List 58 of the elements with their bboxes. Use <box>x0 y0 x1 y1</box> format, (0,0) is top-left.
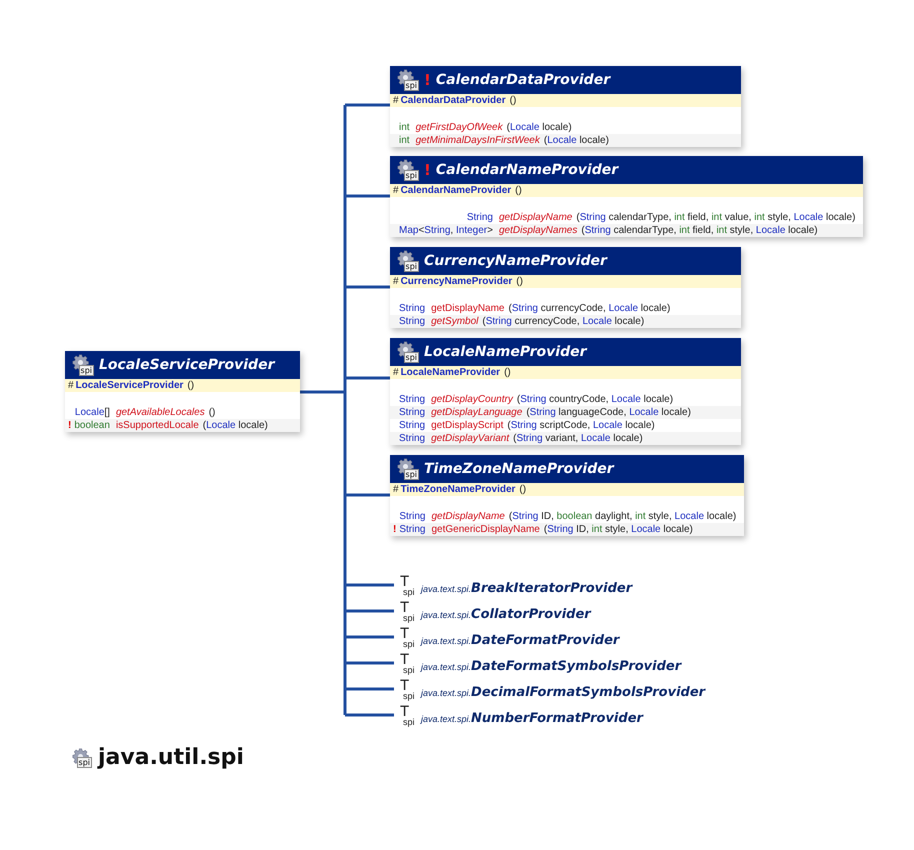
return-type: Map<String, Integer> <box>399 225 493 236</box>
warning-mark: ! <box>393 524 396 535</box>
interface-icon: T spi <box>400 707 417 727</box>
interface-name: java.text.spi.CollatorProvider <box>421 606 591 624</box>
method-signature: getAvailableLocales () <box>116 407 216 418</box>
warning-mark: ! <box>424 160 431 181</box>
method-signature: getDisplayName (String currencyCode, Locale locale) <box>431 303 670 314</box>
method-signature: getDisplayNames (String calendarType, int field, int style, Locale locale) <box>498 225 818 236</box>
constructor-row: # LocaleNameProvider () <box>390 366 741 379</box>
return-type: String <box>399 433 426 444</box>
constructor-row: # CurrencyNameProvider () <box>390 275 741 288</box>
return-type: String <box>399 316 426 327</box>
method-signature: getMinimalDaysInFirstWeek (Locale locale) <box>416 135 609 146</box>
return-type: int <box>399 135 410 146</box>
method-signature: getFirstDayOfWeek (Locale locale) <box>416 122 572 133</box>
return-type: String <box>399 420 426 431</box>
method-signature: getDisplayName (String calendarType, int field, int value, int style, Locale locale) <box>498 212 856 223</box>
interface-name: java.text.spi.BreakIteratorProvider <box>421 580 632 598</box>
class-title: LocaleNameProvider <box>424 342 587 362</box>
interface-name: java.text.spi.NumberFormatProvider <box>421 710 643 728</box>
class-title: CurrencyNameProvider <box>424 252 607 270</box>
gear-icon: spi <box>72 748 92 768</box>
return-type: String <box>399 394 426 405</box>
interface-icon: T spi <box>400 629 417 649</box>
package-title: java.util.spi <box>98 744 244 772</box>
constructor-row: # TimeZoneNameProvider () <box>390 483 744 496</box>
return-type: String <box>399 303 426 314</box>
interface-icon: T spi <box>400 603 417 623</box>
class-title: CalendarDataProvider <box>436 70 610 90</box>
return-type: String <box>466 212 493 223</box>
method-signature: getGenericDisplayName (String ID, int style, Locale locale) <box>431 524 693 535</box>
interface-name: java.text.spi.DateFormatProvider <box>421 632 620 650</box>
method-signature: getSymbol (String currencyCode, Locale locale) <box>431 316 644 327</box>
return-type: boolean <box>74 420 110 431</box>
interface-icon: T spi <box>400 655 417 675</box>
method-signature: getDisplayLanguage (String languageCode, Locale locale) <box>431 407 691 418</box>
constructor-row: # LocaleServiceProvider () <box>65 379 300 392</box>
return-type: int <box>399 122 410 133</box>
method-signature: getDisplayVariant (String variant, Locale locale) <box>431 433 643 444</box>
interface-icon: T spi <box>400 681 417 701</box>
interface-icon: T spi <box>400 577 417 597</box>
class-title: TimeZoneNameProvider <box>424 460 614 478</box>
class-title: CalendarNameProvider <box>436 160 618 180</box>
return-type: String <box>399 524 426 535</box>
method-signature: isSupportedLocale (Locale locale) <box>116 420 268 431</box>
return-type: Locale[] <box>74 407 110 418</box>
constructor-row: # CalendarNameProvider () <box>390 184 864 197</box>
interface-name: java.text.spi.DecimalFormatSymbolsProvider <box>421 684 706 702</box>
return-type: String <box>399 407 426 418</box>
warning-mark: ! <box>68 420 72 431</box>
return-type: String <box>399 511 426 522</box>
class-title: LocaleServiceProvider <box>99 356 274 374</box>
method-signature: getDisplayScript (String scriptCode, Locale locale) <box>431 420 655 431</box>
warning-mark: ! <box>424 70 431 91</box>
constructor-row: # CalendarDataProvider () <box>390 94 741 107</box>
method-signature: getDisplayCountry (String countryCode, Locale locale) <box>431 394 674 405</box>
interface-name: java.text.spi.DateFormatSymbolsProvider <box>421 658 682 676</box>
method-signature: getDisplayName (String ID, boolean daylight, int style, Locale locale) <box>431 511 736 522</box>
